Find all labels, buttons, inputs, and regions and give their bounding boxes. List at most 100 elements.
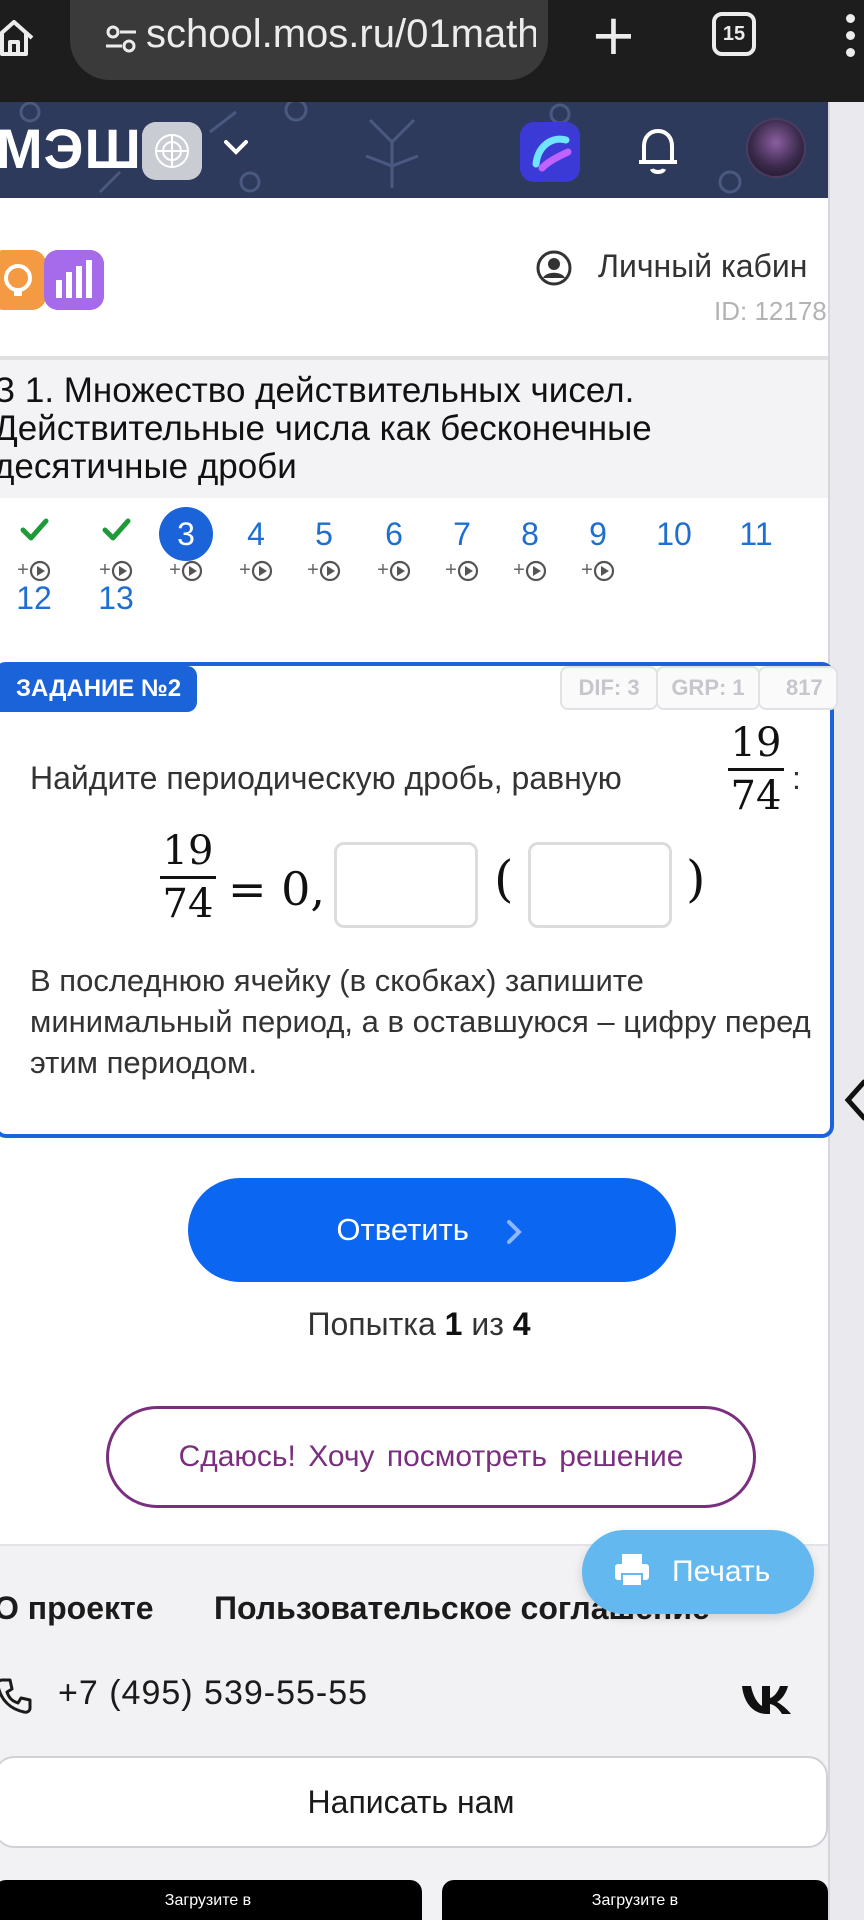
play-circle-icon	[593, 560, 614, 581]
tab-count-button[interactable]: 15	[712, 12, 756, 56]
task-nav-item-12[interactable]: 12	[4, 576, 64, 620]
logo-text[interactable]: МЭШ	[0, 116, 142, 181]
chevron-down-icon[interactable]	[220, 130, 252, 162]
play-circle-icon	[457, 560, 478, 581]
answer-period-input[interactable]	[528, 842, 672, 928]
print-button[interactable]: Печать	[582, 1530, 814, 1614]
play-circle-icon	[389, 560, 410, 581]
task-nav-bonus: +	[226, 556, 286, 584]
difficulty-badge: DIF: 3	[560, 666, 658, 710]
user-id: ID: 12178	[714, 296, 827, 326]
chevron-right-icon	[506, 1219, 522, 1244]
task-nav-item-11[interactable]: 11	[726, 512, 786, 556]
app-header: МЭШ	[0, 102, 828, 198]
play-circle-icon	[251, 560, 272, 581]
paren-open: (	[494, 850, 514, 908]
task-nav-number: 7	[453, 516, 471, 552]
cabinet-link[interactable]: Личный кабин	[598, 248, 807, 285]
give-up-button[interactable]: Сдаюсь! Хочу посмотреть решение	[106, 1406, 756, 1508]
bell-icon[interactable]	[634, 124, 682, 176]
attempt-current: 1	[444, 1306, 463, 1342]
task-nav-bonus: +	[156, 556, 216, 584]
more-menu-icon[interactable]	[846, 14, 856, 65]
task-nav-number: 10	[656, 516, 692, 552]
task-nav-number: 8	[521, 516, 539, 552]
task-nav-bonus: +	[500, 556, 560, 584]
task-nav-item-4[interactable]: 4 +	[226, 512, 286, 584]
attempt-total: 4	[512, 1306, 531, 1342]
task-nav-item-13[interactable]: 13	[86, 576, 146, 620]
print-label: Печать	[672, 1555, 771, 1588]
equation-rhs: = 0,	[228, 862, 326, 916]
task-navigation: + +3 +4 +5 +6 +7 +8 +9 +10 11 12 13	[0, 498, 828, 628]
attempt-mid: из	[471, 1306, 504, 1342]
task-nav-number: 13	[98, 580, 134, 616]
task-nav-item-8[interactable]: 8 +	[500, 512, 560, 584]
write-us-button[interactable]: Написать нам	[0, 1756, 828, 1848]
task-nav-number: 9	[589, 516, 607, 552]
avatar[interactable]	[746, 118, 806, 178]
task-nav-item-3[interactable]: 3 +	[156, 507, 216, 584]
chart-logo-icon	[44, 250, 104, 310]
task-nav-number: 5	[315, 516, 333, 552]
task-nav-item-10[interactable]: 10	[644, 512, 704, 556]
new-tab-button[interactable]: +	[590, 6, 637, 66]
paren-close: )	[686, 850, 706, 908]
question-colon: :	[792, 760, 801, 796]
task-instruction: В последнюю ячейку (в скобках) запишите …	[30, 963, 811, 1080]
task-code-badge: 817	[758, 666, 838, 710]
equation-denominator: 74	[162, 881, 214, 927]
fraction-denominator: 74	[730, 773, 782, 819]
task-nav-bonus: +	[568, 556, 628, 584]
grid-logo-icon[interactable]	[142, 122, 202, 180]
url-text[interactable]: school.mos.ru/01math	[146, 12, 536, 57]
answer-button-label: Ответить	[336, 1212, 469, 1247]
question-fraction: 19 74	[728, 720, 784, 819]
task-nav-number: 11	[739, 516, 773, 552]
task-nav-number: 4	[247, 516, 265, 552]
bulb-logo-icon	[0, 250, 46, 310]
page: school.mos.ru/01math + 15 МЭШ Личный каб…	[0, 0, 864, 1920]
tune-icon[interactable]	[104, 22, 138, 56]
phone-icon	[0, 1678, 32, 1714]
play-circle-icon	[319, 560, 340, 581]
task-nav-bonus: +	[432, 556, 492, 584]
play-circle-icon	[181, 560, 202, 581]
answer-digit-input[interactable]	[334, 842, 478, 928]
chevron-left-icon[interactable]	[842, 1078, 864, 1122]
app-icon[interactable]	[520, 122, 580, 182]
task-nav-item-2[interactable]: +	[86, 512, 146, 584]
phone-number[interactable]: +7 (495) 539-55-55	[58, 1674, 368, 1713]
equation-fraction: 19 74	[160, 828, 216, 927]
lesson-title: З 1. Множество действительных чисел. Дей…	[0, 371, 652, 486]
question-text: Найдите периодическую дробь, равную	[30, 760, 622, 796]
equation-numerator: 19	[162, 828, 214, 874]
task-nav-bonus: +	[364, 556, 424, 584]
printer-icon	[615, 1554, 649, 1587]
store-button-2[interactable]: Загрузите в	[442, 1880, 828, 1920]
address-bar[interactable]: school.mos.ru/01math	[70, 0, 548, 80]
task-nav-current-number: 3	[159, 507, 213, 561]
answer-button[interactable]: Ответить	[188, 1178, 676, 1282]
fraction-numerator: 19	[730, 720, 782, 766]
task-nav-item-1[interactable]: +	[4, 512, 64, 584]
task-nav-bonus: +	[294, 556, 354, 584]
task-nav-item-7[interactable]: 7 +	[432, 512, 492, 584]
play-circle-icon	[525, 560, 546, 581]
home-icon[interactable]	[0, 16, 36, 60]
attempt-counter: Попытка 1 из 4	[0, 1306, 864, 1343]
about-link[interactable]: О проекте	[0, 1590, 153, 1627]
check-icon	[86, 512, 146, 556]
task-nav-item-5[interactable]: 5 +	[294, 512, 354, 584]
vk-icon[interactable]	[740, 1682, 794, 1716]
attempt-prefix: Попытка	[307, 1306, 436, 1342]
task-badge: ЗАДАНИЕ №2	[0, 666, 198, 712]
browser-toolbar: school.mos.ru/01math + 15	[0, 0, 864, 102]
user-icon[interactable]	[536, 250, 572, 286]
task-nav-number: 12	[16, 580, 52, 616]
check-icon	[4, 512, 64, 556]
task-nav-number: 6	[385, 516, 403, 552]
store-button-1[interactable]: Загрузите в	[0, 1880, 422, 1920]
task-nav-item-9[interactable]: 9 +	[568, 512, 628, 584]
task-nav-item-6[interactable]: 6 +	[364, 512, 424, 584]
